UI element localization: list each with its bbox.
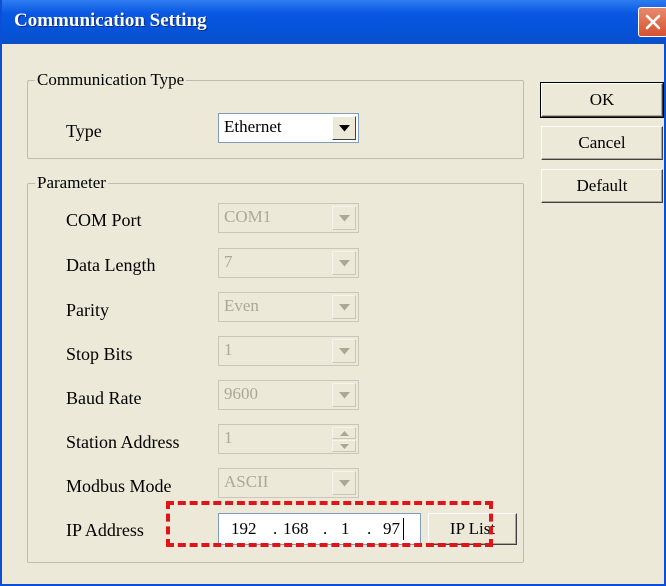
parameter-group: Parameter <box>27 173 524 563</box>
com-port-label: COM Port <box>66 210 142 230</box>
type-dropdown-button[interactable] <box>332 116 356 140</box>
com-port-select[interactable]: COM1 <box>218 203 359 233</box>
default-button-label: Default <box>576 176 628 195</box>
ip-octet-2[interactable]: 168 <box>283 519 309 539</box>
parity-select[interactable]: Even <box>218 292 359 322</box>
ip-octet-4[interactable]: 97 <box>383 519 400 539</box>
chevron-up-icon <box>339 430 349 436</box>
ok-button-label: OK <box>589 90 615 109</box>
stop-bits-label: Stop Bits <box>66 344 133 364</box>
parity-dropdown-button[interactable] <box>332 295 356 319</box>
station-address-increment-button[interactable] <box>332 427 356 439</box>
parity-label: Parity <box>66 300 109 320</box>
modbus-mode-value: ASCII <box>224 472 269 491</box>
station-address-value: 1 <box>224 428 233 447</box>
cancel-button-label: Cancel <box>578 133 626 152</box>
ip-dot-1: . <box>273 519 278 538</box>
data-length-select[interactable]: 7 <box>218 248 359 278</box>
stop-bits-select[interactable]: 1 <box>218 336 359 366</box>
ip-list-button[interactable]: IP List <box>428 513 517 545</box>
chevron-down-icon <box>339 443 349 449</box>
stop-bits-value: 1 <box>224 340 233 359</box>
chevron-down-icon <box>338 391 350 398</box>
stop-bits-dropdown-button[interactable] <box>332 339 356 363</box>
default-button[interactable]: Default <box>541 169 663 203</box>
baud-rate-label: Baud Rate <box>66 388 142 408</box>
window-title: Communication Setting <box>14 10 207 31</box>
data-length-label: Data Length <box>66 255 156 275</box>
baud-rate-value: 9600 <box>224 384 258 403</box>
modbus-mode-label: Modbus Mode <box>66 476 172 496</box>
ip-dot-3: . <box>367 519 372 538</box>
chevron-down-icon <box>338 259 350 266</box>
type-label: Type <box>66 121 102 141</box>
chevron-down-icon <box>338 303 350 310</box>
data-length-value: 7 <box>224 252 233 271</box>
text-caret <box>403 518 404 540</box>
title-bar[interactable]: Communication Setting <box>2 0 666 44</box>
parameter-group-title: Parameter <box>35 173 108 193</box>
station-address-label: Station Address <box>66 432 180 452</box>
station-address-spinner[interactable]: 1 <box>218 424 359 454</box>
baud-rate-dropdown-button[interactable] <box>332 383 356 407</box>
station-address-decrement-button[interactable] <box>332 440 356 452</box>
modbus-mode-dropdown-button[interactable] <box>332 471 356 495</box>
type-select[interactable]: Ethernet <box>218 113 359 143</box>
ip-octet-3[interactable]: 1 <box>341 519 350 539</box>
close-icon <box>645 14 661 30</box>
chevron-down-icon <box>338 214 350 221</box>
ok-button[interactable]: OK <box>540 82 664 118</box>
parity-value: Even <box>224 296 259 315</box>
communication-setting-dialog: Communication Setting OK Cancel Default … <box>0 0 666 586</box>
baud-rate-select[interactable]: 9600 <box>218 380 359 410</box>
type-select-value: Ethernet <box>224 117 282 136</box>
chevron-down-icon <box>338 479 350 486</box>
chevron-down-icon <box>338 124 350 131</box>
chevron-down-icon <box>338 347 350 354</box>
modbus-mode-select[interactable]: ASCII <box>218 468 359 498</box>
close-button[interactable] <box>638 7 666 37</box>
ip-octet-1[interactable]: 192 <box>231 519 257 539</box>
com-port-value: COM1 <box>224 207 272 226</box>
cancel-button[interactable]: Cancel <box>541 126 663 160</box>
ip-list-button-label: IP List <box>449 519 496 538</box>
communication-type-group-title: Communication Type <box>35 70 187 90</box>
ip-dot-2: . <box>323 519 328 538</box>
ip-address-input[interactable]: 192 . 168 . 1 . 97 <box>218 513 421 545</box>
data-length-dropdown-button[interactable] <box>332 251 356 275</box>
com-port-dropdown-button[interactable] <box>332 206 356 230</box>
ip-address-label: IP Address <box>66 520 144 540</box>
